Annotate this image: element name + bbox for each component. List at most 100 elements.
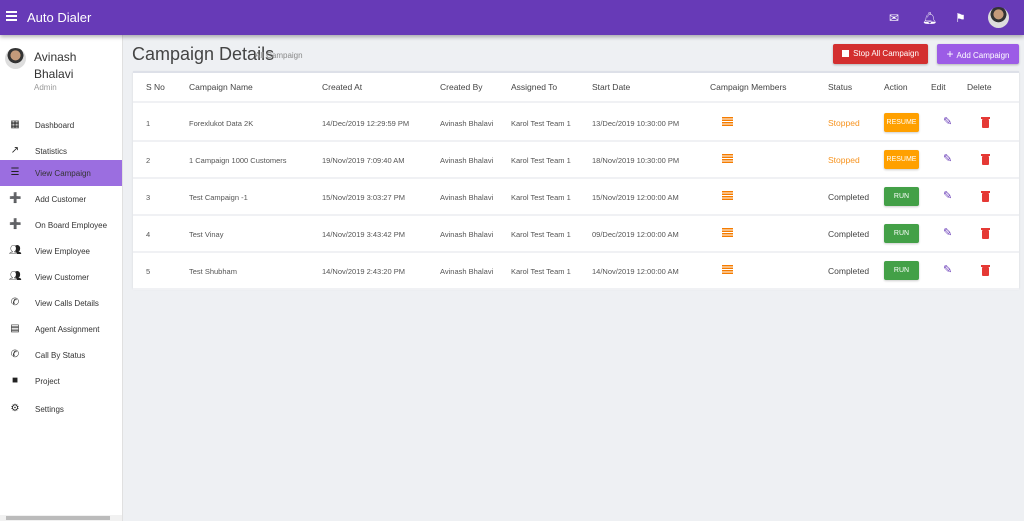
campaign-members-icon[interactable] [722,191,733,200]
dashboard-icon: ▦ [10,119,20,130]
list-icon: ☰ [10,167,20,178]
cell-created-at: 15/Nov/2019 3:03:27 PM [322,193,405,202]
cell-assigned-to: Karol Test Team 1 [511,193,571,202]
resume-button[interactable]: RESUME [884,113,919,132]
cell-sno: 3 [146,193,151,202]
cell-created-by: Avinash Bhalavi [440,119,494,128]
edit-icon[interactable]: ✎ [943,226,952,239]
menu-icon[interactable] [6,11,17,21]
sidebar-item-label: Add Customer [35,195,87,204]
column-header: Assigned To [511,82,558,92]
phone-icon: ✆ [10,349,20,360]
cell-created-at: 14/Nov/2019 2:43:20 PM [322,267,405,276]
sidebar-item-label: View Calls Details [35,299,99,308]
app-title: Auto Dialer [27,10,92,25]
cell-start-date: 14/Nov/2019 12:00:00 AM [592,267,679,276]
edit-icon[interactable]: ✎ [943,189,952,202]
user-name: Avinash Bhalavi [34,50,77,81]
sidebar-item-on-board-employee[interactable]: ➕ On Board Employee [0,212,122,238]
sidebar-item-label: View Employee [35,247,90,256]
column-header: Created At [322,82,363,92]
sidebar-item-label: On Board Employee [35,221,108,230]
sidebar-item-label: Project [35,377,60,386]
delete-icon[interactable] [981,228,990,239]
delete-icon[interactable] [981,191,990,202]
delete-icon[interactable] [981,154,990,165]
cell-start-date: 15/Nov/2019 12:00:00 AM [592,193,679,202]
column-header: Edit [931,82,946,92]
stop-all-campaign-button[interactable]: Stop All Campaign [833,44,928,64]
sidebar-item-call-by-status[interactable]: ✆ Call By Status [0,342,122,368]
sidebar-item-agent-assignment[interactable]: ▤ Agent Assignment [0,316,122,342]
add-campaign-button[interactable]: + Add Campaign [937,44,1019,64]
campaign-table: S No Campaign Name Created At Created By Ass… [133,71,1019,290]
phone-icon: ✆ [10,297,20,308]
cell-assigned-to: Karol Test Team 1 [511,267,571,276]
person-add-icon: ➕ [9,219,22,230]
status-text: Stopped [828,118,860,128]
column-header: Action [884,82,908,92]
user-avatar[interactable] [988,7,1009,28]
sidebar-item-add-customer[interactable]: ➕ Add Customer [0,186,122,212]
column-header: Campaign Members [710,82,787,92]
sidebar-item-view-employee[interactable]: 👥︎ View Employee [0,238,122,264]
column-header: Delete [967,82,992,92]
table-row: 3 Test Campaign -1 15/Nov/2019 3:03:27 PM A… [133,179,1019,216]
table-header: S No Campaign Name Created At Created By Ass… [133,73,1019,103]
assignment-icon: ▤ [10,323,20,334]
cell-sno: 5 [146,267,151,276]
run-button[interactable]: RUN [884,224,919,243]
cell-start-date: 13/Dec/2019 10:30:00 PM [592,119,680,128]
sidebar-item-settings[interactable]: ⚙ Settings [0,396,122,422]
sidebar-item-dashboard[interactable]: ▦ Dashboard [0,112,122,138]
delete-icon[interactable] [981,265,990,276]
edit-icon[interactable]: ✎ [943,152,952,165]
delete-icon[interactable] [981,117,990,128]
sidebar-item-label: Settings [35,405,64,414]
edit-icon[interactable]: ✎ [943,115,952,128]
mail-icon[interactable]: ✉ [889,11,899,25]
table-row: 4 Test Vinay 14/Nov/2019 3:43:42 PM Avinash… [133,216,1019,253]
person-add-icon: ➕ [9,193,22,204]
column-header: Status [828,82,853,92]
cell-start-date: 09/Dec/2019 12:00:00 AM [592,230,679,239]
user-role: Admin [34,83,57,92]
cell-created-by: Avinash Bhalavi [440,230,494,239]
campaign-members-icon[interactable] [722,154,733,163]
status-text: Completed [828,229,870,239]
sidebar-item-label: View Campaign [35,169,91,178]
top-bar: Auto Dialer ✉ 🔔︎ ⚑ [0,0,1024,35]
edit-icon[interactable]: ✎ [943,263,952,276]
campaign-members-icon[interactable] [722,265,733,274]
run-button[interactable]: RUN [884,261,919,280]
sidebar-item-project[interactable]: ■ Project [0,368,122,394]
sidebar-item-view-calls-details[interactable]: ✆ View Calls Details [0,290,122,316]
sidebar-item-view-campaign[interactable]: ☰ View Campaign [0,160,122,186]
run-button[interactable]: RUN [884,187,919,206]
people-icon: 👥︎ [9,271,22,282]
bell-icon[interactable]: 🔔︎ [922,11,937,25]
campaign-members-icon[interactable] [722,117,733,126]
plus-icon: + [946,47,954,61]
column-header: Campaign Name [189,82,253,92]
trending-up-icon: ↗ [10,145,20,156]
sidebar-item-label: Agent Assignment [35,325,100,334]
resume-button[interactable]: RESUME [884,150,919,169]
flag-icon[interactable]: ⚑ [955,11,966,25]
stop-all-label: Stop All Campaign [853,49,919,58]
cell-start-date: 18/Nov/2019 10:30:00 PM [592,156,680,165]
campaign-members-icon[interactable] [722,228,733,237]
gear-icon: ⚙ [10,403,20,414]
cell-sno: 4 [146,230,151,239]
table-row: 5 Test Shubham 14/Nov/2019 2:43:20 PM Avina… [133,253,1019,290]
cell-name: Test Vinay [189,230,224,239]
cell-name: 1 Campaign 1000 Customers [189,156,287,165]
cell-created-by: Avinash Bhalavi [440,193,494,202]
table-row: 1 Forexlukot Data 2K 14/Dec/2019 12:29:59 … [133,105,1019,142]
status-text: Completed [828,266,870,276]
cell-name: Test Campaign -1 [189,193,248,202]
column-header: S No [146,82,165,92]
cell-name: Forexlukot Data 2K [189,119,254,128]
sidebar-scrollbar[interactable] [0,515,122,521]
sidebar-item-view-customer[interactable]: 👥︎ View Customer [0,264,122,290]
